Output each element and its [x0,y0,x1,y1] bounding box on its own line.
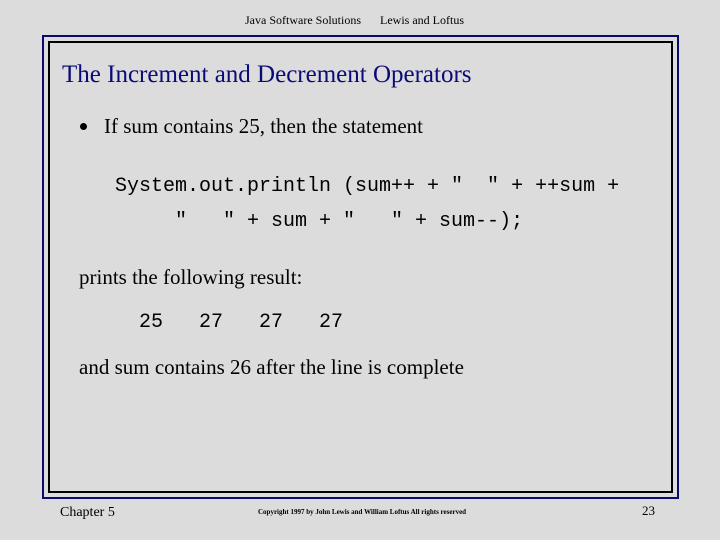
header-book-title: Java Software Solutions [245,13,361,27]
page-number: 23 [642,503,655,518]
bullet-text: If sum contains 25, then the statement [104,114,424,138]
code-line: " " + sum + " " + sum--); [115,210,524,233]
footer-copyright: Copyright 1997 by John Lewis and William… [258,508,467,516]
result-output: 25 27 27 27 [139,311,344,334]
bullet-item: If sum contains 25, then the statement [78,114,423,139]
conclusion-text: and sum contains 26 after the line is co… [79,355,464,379]
bullet-icon [80,122,87,130]
footer-chapter: Chapter 5 [60,505,115,520]
result-intro-text: prints the following result: [79,265,303,289]
header-authors: Lewis and Loftus [380,13,464,27]
code-line: System.out.println (sum++ + " " + ++sum … [115,175,620,198]
slide-title: The Increment and Decrement Operators [62,61,472,88]
